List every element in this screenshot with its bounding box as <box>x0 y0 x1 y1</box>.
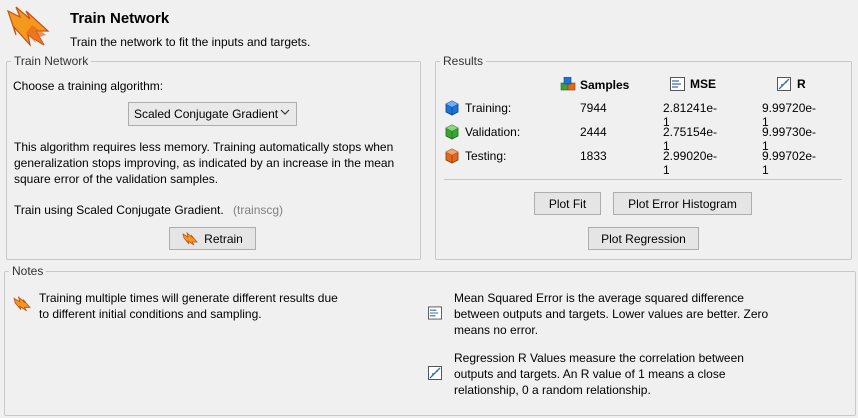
training-cube-icon <box>444 100 460 119</box>
plot-regression-label: Plot Regression <box>601 231 686 246</box>
regression-note-line: Regression R Values measure the correlat… <box>454 351 744 365</box>
plot-error-histogram-button[interactable]: Plot Error Histogram <box>613 192 752 215</box>
regression-note-line: relationship, 0 a random relationship. <box>454 383 651 397</box>
mse-icon <box>670 77 685 91</box>
plot-regression-button[interactable]: Plot Regression <box>588 227 699 250</box>
validation-samples: 2444 <box>580 125 607 139</box>
mse-note: Mean Squared Error is the average square… <box>454 290 768 338</box>
training-algorithm-value: Scaled Conjugate Gradient <box>134 107 279 121</box>
training-samples: 7944 <box>580 101 607 115</box>
regression-note: Regression R Values measure the correlat… <box>454 350 744 398</box>
chevron-down-icon <box>280 107 290 119</box>
training-note-line: Training multiple times will generate di… <box>39 291 338 305</box>
plot-error-histogram-label: Plot Error Histogram <box>628 196 737 211</box>
regression-icon <box>777 77 791 91</box>
testing-samples: 1833 <box>580 149 607 163</box>
mse-note-line: means no error. <box>454 323 539 337</box>
testing-mse: 2.99020e-1 <box>663 149 718 177</box>
algorithm-description-line: generalization stops improving, as indic… <box>14 156 395 170</box>
r-column-header: R <box>777 77 806 91</box>
regression-note-icon <box>428 366 442 383</box>
plot-fit-label: Plot Fit <box>548 196 587 211</box>
regression-note-line: outputs and targets. An R value of 1 mea… <box>454 367 726 381</box>
samples-column-header: Samples <box>560 77 629 92</box>
algorithm-description: This algorithm requires less memory. Tra… <box>14 139 394 187</box>
page-title: Train Network <box>70 10 170 27</box>
page-subtitle: Train the network to fit the inputs and … <box>70 35 311 49</box>
r-header-label: R <box>797 77 806 91</box>
mse-header-label: MSE <box>690 77 717 91</box>
mse-note-icon <box>428 306 442 323</box>
train-network-logo-icon <box>6 5 56 51</box>
mse-note-line: between outputs and targets. Lower value… <box>454 307 769 321</box>
train-function-name: (trainscg) <box>233 203 284 217</box>
training-note-line: to different initial conditions and samp… <box>39 307 262 321</box>
choose-algorithm-label: Choose a training algorithm: <box>13 79 164 93</box>
results-legend: Results <box>440 54 487 68</box>
notes-legend: Notes <box>9 264 47 278</box>
train-icon <box>182 231 199 246</box>
training-note: Training multiple times will generate di… <box>39 290 338 322</box>
testing-cube-icon <box>444 148 460 167</box>
algorithm-description-line: This algorithm requires less memory. Tra… <box>14 140 394 154</box>
mse-note-line: Mean Squared Error is the average square… <box>454 291 744 305</box>
validation-label: Validation: <box>465 125 521 139</box>
testing-label: Testing: <box>465 149 507 163</box>
train-using-label: Train using Scaled Conjugate Gradient. <box>14 203 224 217</box>
training-label: Training: <box>465 101 512 115</box>
training-algorithm-select[interactable]: Scaled Conjugate Gradient <box>128 102 297 126</box>
retrain-button[interactable]: Retrain <box>169 227 256 250</box>
mse-column-header: MSE <box>670 77 716 91</box>
train-network-legend: Train Network <box>11 54 92 68</box>
train-note-icon <box>13 296 31 315</box>
validation-cube-icon <box>444 124 460 143</box>
testing-r: 9.99702e-1 <box>762 149 817 177</box>
algorithm-description-line: square error of the validation samples. <box>14 172 219 186</box>
samples-header-label: Samples <box>580 77 630 92</box>
results-divider <box>444 179 842 180</box>
retrain-label: Retrain <box>204 231 243 246</box>
plot-fit-button[interactable]: Plot Fit <box>534 192 601 215</box>
train-using-text: Train using Scaled Conjugate Gradient. (… <box>14 203 283 217</box>
samples-icon <box>560 77 576 92</box>
